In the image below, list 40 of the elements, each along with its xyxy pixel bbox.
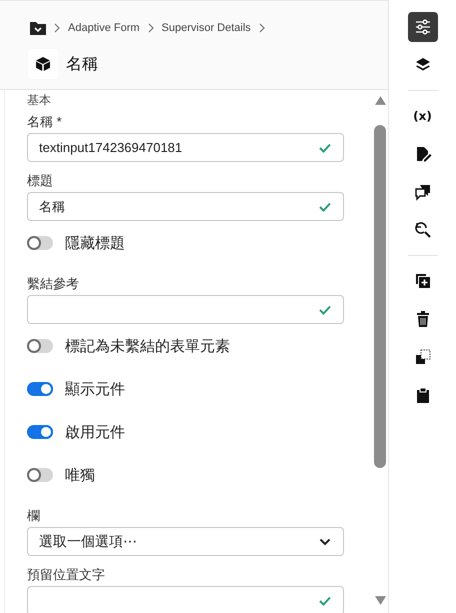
cube-icon bbox=[35, 56, 51, 72]
field-label: 標題 bbox=[27, 172, 54, 188]
input-field[interactable] bbox=[27, 295, 344, 324]
breadcrumb-link[interactable]: Supervisor Details bbox=[162, 22, 251, 34]
input-field[interactable]: textinput1742369470181 bbox=[27, 133, 344, 162]
toggle-switch[interactable] bbox=[27, 468, 53, 482]
toggle-switch[interactable] bbox=[27, 382, 53, 396]
input-field[interactable]: 名稱 bbox=[27, 192, 344, 221]
toggle-label: 標記為未繫結的表單元素 bbox=[65, 336, 230, 356]
input-field[interactable] bbox=[27, 586, 344, 613]
chevron-right-icon bbox=[258, 23, 265, 33]
properties-button[interactable] bbox=[408, 12, 438, 42]
toggle-switch[interactable] bbox=[27, 425, 53, 439]
field-label: 預留位置文字 bbox=[27, 566, 106, 582]
properties-icon bbox=[414, 18, 432, 36]
toggle-label: 隱藏標題 bbox=[65, 234, 125, 252]
toggle-label: 啟用元件 bbox=[65, 422, 125, 442]
breadcrumb-link[interactable]: Adaptive Form bbox=[68, 22, 140, 34]
copy-icon bbox=[414, 348, 432, 366]
scroll-down-icon[interactable] bbox=[374, 596, 386, 605]
section-heading: 基本 bbox=[27, 92, 52, 109]
variables-button[interactable]: (x) bbox=[408, 101, 438, 131]
chevron-right-icon bbox=[54, 23, 60, 33]
field-label: 名稱 * bbox=[27, 113, 63, 129]
toggle-switch[interactable] bbox=[27, 339, 53, 353]
dropdown[interactable]: 選取一個選項⋯ bbox=[27, 527, 344, 556]
duplicate-icon bbox=[414, 272, 432, 290]
field-label: 欄 bbox=[27, 507, 41, 523]
toggle-label: 顯示元件 bbox=[65, 380, 125, 398]
scrollbar-thumb[interactable] bbox=[374, 125, 386, 468]
scroll-up-icon[interactable] bbox=[374, 96, 386, 105]
panel-title: 名稱 bbox=[66, 54, 98, 74]
comments-icon bbox=[414, 183, 432, 201]
folder-icon[interactable] bbox=[30, 21, 46, 35]
chevron-right-icon bbox=[148, 23, 154, 33]
search-refresh-icon bbox=[414, 221, 432, 239]
toggle-label: 唯獨 bbox=[65, 466, 95, 484]
chevron-down-icon bbox=[319, 538, 331, 546]
toggle-switch[interactable] bbox=[27, 236, 53, 250]
field-label: 繫結參考 bbox=[27, 275, 80, 291]
